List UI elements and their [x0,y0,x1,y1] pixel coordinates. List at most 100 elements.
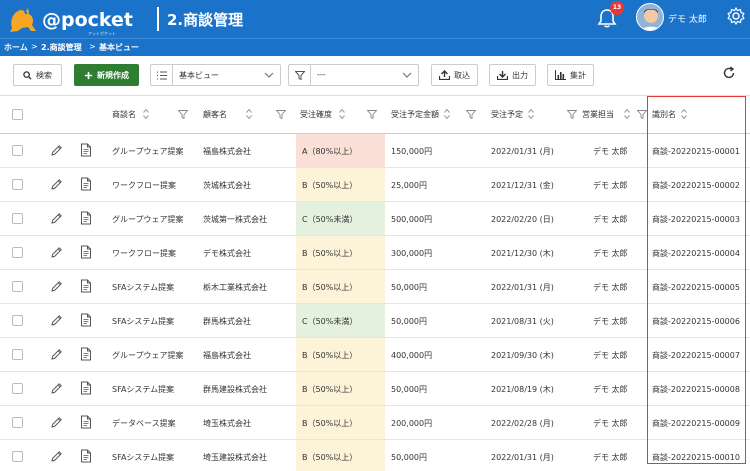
gear-icon[interactable] [726,6,746,26]
deal-name-cell[interactable]: グループウェア提案 [112,146,184,157]
pencil-icon[interactable] [50,212,63,225]
sales-rep-cell: デモ 太郎 [593,385,628,394]
filter-icon[interactable] [637,110,647,119]
pencil-icon[interactable] [50,382,63,395]
new-record-button[interactable]: 新規作成 [74,64,139,86]
breadcrumb-home[interactable]: ホーム [4,42,28,53]
app-logo[interactable]: @pocket アットポケット [6,4,133,36]
column-header-sales-rep[interactable]: 営業担当 [582,109,620,120]
row-checkbox[interactable] [12,281,23,292]
customer-cell: 群馬建設株式会社 [203,385,267,394]
pencil-icon[interactable] [50,348,63,361]
pencil-icon[interactable] [50,450,63,463]
row-checkbox[interactable] [12,145,23,156]
table-row[interactable]: ワークフロー提案 デモ株式会社 B（50%以上） 300,000円 2021/12/30… [0,236,750,270]
row-checkbox[interactable] [12,179,23,190]
pencil-icon[interactable] [50,280,63,293]
refresh-icon[interactable] [722,66,736,80]
planned-date-cell: 2022/02/20 (日) [491,215,554,224]
identifier-cell: 商談-20220215-00003 [652,215,740,224]
document-icon[interactable] [80,279,92,293]
deal-name-cell[interactable]: SFAシステム提案 [112,282,174,293]
pencil-icon[interactable] [50,416,63,429]
row-checkbox[interactable] [12,247,23,258]
row-checkbox[interactable] [12,349,23,360]
pencil-icon[interactable] [50,314,63,327]
import-button[interactable]: 取込 [431,64,478,86]
filter-icon[interactable] [178,110,188,119]
document-icon[interactable] [80,143,92,157]
sort-icon[interactable] [444,108,450,120]
table-row[interactable]: SFAシステム提案 群馬株式会社 C（50%未満） 50,000円 2021/08/31… [0,304,750,338]
column-header-amount[interactable]: 受注予定金額 [391,109,439,120]
confidence-cell: B（50%以上） [296,372,385,405]
deal-name-cell[interactable]: SFAシステム提案 [112,384,174,395]
deal-name-cell[interactable]: データベース提案 [112,418,176,429]
column-header-identifier[interactable]: 識別名 [652,109,676,120]
confidence-value: B（50%以上） [302,283,358,292]
filter-icon[interactable] [367,110,377,119]
pencil-icon[interactable] [50,144,63,157]
table-row[interactable]: ワークフロー提案 茨城株式会社 B（50%以上） 25,000円 2021/12/31 … [0,168,750,202]
filter-icon[interactable] [567,110,577,119]
sort-icon[interactable] [624,108,630,120]
breadcrumb-module[interactable]: 2.商談管理 [41,42,82,53]
document-icon[interactable] [80,313,92,327]
title-divider [157,7,159,31]
logo-text: @pocket [42,9,134,31]
table-row[interactable]: グループウェア提案 福島株式会社 B（50%以上） 400,000円 2021/09/3… [0,338,750,372]
user-name[interactable]: デモ 太郎 [668,12,707,25]
row-checkbox[interactable] [12,417,23,428]
filter-select[interactable]: --- [288,64,419,86]
document-icon[interactable] [80,449,92,463]
column-header-planned-date[interactable]: 受注予定 [491,109,523,120]
row-checkbox[interactable] [12,451,23,462]
document-icon[interactable] [80,177,92,191]
chevron-down-icon [264,72,274,78]
document-icon[interactable] [80,415,92,429]
filter-icon[interactable] [276,110,286,119]
filter-icon[interactable] [466,110,476,119]
sort-icon[interactable] [528,108,534,120]
aggregate-button[interactable]: 集計 [547,64,594,86]
view-select[interactable]: 基本ビュー [150,64,281,86]
deal-name-cell[interactable]: SFAシステム提案 [112,316,174,327]
confidence-value: C（50%未満） [302,215,358,224]
pencil-icon[interactable] [50,178,63,191]
avatar[interactable] [636,3,664,31]
confidence-value: B（50%以上） [302,385,358,394]
column-header-confidence[interactable]: 受注確度 [300,109,332,120]
document-icon[interactable] [80,211,92,225]
identifier-cell: 商談-20220215-00009 [652,419,740,428]
column-header-customer[interactable]: 顧客名 [203,109,227,120]
sort-icon[interactable] [339,108,345,120]
table-row[interactable]: グループウェア提案 福島株式会社 A（80%以上） 150,000円 2022/01/3… [0,134,750,168]
row-checkbox[interactable] [12,213,23,224]
row-checkbox[interactable] [12,383,23,394]
confidence-cell: B（50%以上） [296,406,385,439]
document-icon[interactable] [80,245,92,259]
document-icon[interactable] [80,381,92,395]
column-header-deal-name[interactable]: 商談名 [112,109,136,120]
download-icon [497,71,508,80]
pencil-icon[interactable] [50,246,63,259]
table-row[interactable]: SFAシステム提案 群馬建設株式会社 B（50%以上） 50,000円 2021/08/… [0,372,750,406]
sort-icon[interactable] [246,108,252,120]
table-row[interactable]: SFAシステム提案 栃木工業株式会社 B（50%以上） 50,000円 2022/01/… [0,270,750,304]
deal-name-cell[interactable]: ワークフロー提案 [112,180,176,191]
table-row[interactable]: グループウェア提案 茨城第一株式会社 C（50%未満） 500,000円 2022/02… [0,202,750,236]
deal-name-cell[interactable]: ワークフロー提案 [112,248,176,259]
select-all-checkbox[interactable] [12,109,23,120]
deal-name-cell[interactable]: SFAシステム提案 [112,452,174,463]
export-button[interactable]: 出力 [489,64,536,86]
customer-cell: 群馬株式会社 [203,317,251,326]
sort-icon[interactable] [681,108,687,120]
table-row[interactable]: SFAシステム提案 埼玉建設株式会社 B（50%以上） 50,000円 2022/01/… [0,440,750,471]
sort-icon[interactable] [143,108,149,120]
deal-name-cell[interactable]: グループウェア提案 [112,214,184,225]
document-icon[interactable] [80,347,92,361]
table-row[interactable]: データベース提案 埼玉株式会社 B（50%以上） 200,000円 2022/02/28… [0,406,750,440]
row-checkbox[interactable] [12,315,23,326]
deal-name-cell[interactable]: グループウェア提案 [112,350,184,361]
search-button[interactable]: 検索 [13,64,62,86]
